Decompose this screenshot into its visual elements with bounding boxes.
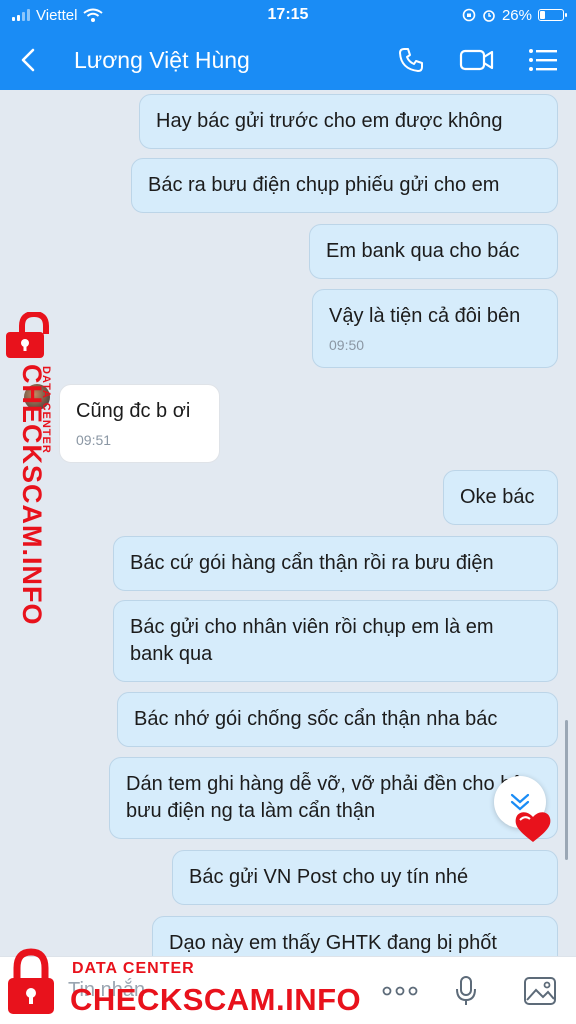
message-text: Bác gửi cho nhân viên rồi chụp em là em … bbox=[130, 616, 494, 665]
status-bar: Viettel 17:15 26% bbox=[0, 0, 576, 30]
back-icon bbox=[21, 48, 35, 72]
chat-header: Lương Việt Hùng bbox=[0, 30, 576, 90]
message-bubble[interactable]: Bác gửi cho nhân viên rồi chụp em là em … bbox=[113, 600, 558, 682]
video-call-button[interactable] bbox=[444, 30, 510, 90]
gallery-button[interactable] bbox=[518, 971, 562, 1011]
contact-name[interactable]: Lương Việt Hùng bbox=[74, 47, 378, 74]
more-dots-icon bbox=[382, 986, 418, 996]
menu-button[interactable] bbox=[510, 30, 576, 90]
menu-icon bbox=[529, 49, 557, 71]
message-bubble[interactable]: Oke bác bbox=[443, 470, 558, 525]
status-right: 26% bbox=[462, 6, 567, 24]
watermark-subtext: DATA CENTER bbox=[72, 960, 195, 977]
phone-icon bbox=[399, 48, 423, 72]
message-text: Dán tem ghi hàng dễ vỡ, vỡ phải đền cho … bbox=[126, 773, 534, 822]
microphone-icon bbox=[456, 976, 476, 1005]
watermark-subtext: DATA CENTER bbox=[40, 366, 52, 454]
message-bubble[interactable]: Dạo này em thấy GHTK đang bị phốt bbox=[152, 916, 558, 956]
message-bubble[interactable]: Bác gửi VN Post cho uy tín nhé bbox=[172, 850, 558, 905]
call-button[interactable] bbox=[378, 30, 444, 90]
message-time: 09:50 bbox=[329, 337, 365, 353]
message-bubble[interactable]: Em bank qua cho bác bbox=[309, 224, 558, 279]
watermark-side: CHECKSCAM.INFO DATA CENTER bbox=[2, 312, 64, 626]
message-bubble[interactable]: Hay bác gửi trước cho em được không bbox=[139, 94, 558, 149]
wifi-icon bbox=[83, 8, 104, 22]
message-time: 09:51 bbox=[76, 432, 112, 448]
message-text: Bác gửi VN Post cho uy tín nhé bbox=[189, 866, 469, 888]
reaction-heart-icon[interactable] bbox=[510, 806, 556, 846]
more-button[interactable] bbox=[378, 971, 422, 1011]
message-text: Bác nhớ gói chống sốc cẩn thận nha bác bbox=[134, 708, 498, 730]
message-text: Vậy là tiện cả đôi bên bbox=[329, 305, 521, 327]
message-bubble[interactable]: Vậy là tiện cả đôi bên 09:50 bbox=[312, 289, 558, 368]
message-text: Bác cứ gói hàng cẩn thận rồi ra bưu điện bbox=[130, 552, 494, 574]
message-text: Dạo này em thấy GHTK đang bị phốt bbox=[169, 932, 497, 954]
watermark-text: CHECKSCAM.INFO bbox=[70, 982, 362, 1017]
lock-icon bbox=[6, 312, 49, 358]
message-bubble[interactable]: Dán tem ghi hàng dễ vỡ, vỡ phải đền cho … bbox=[109, 757, 558, 839]
message-text: Oke bác bbox=[460, 486, 535, 508]
alarm-icon bbox=[483, 10, 495, 22]
message-bubble[interactable]: Bác ra bưu điện chụp phiếu gửi cho em bbox=[131, 158, 558, 213]
message-bubble-incoming[interactable]: Cũng đc b ơi 09:51 bbox=[59, 384, 220, 463]
lock-icon bbox=[8, 948, 54, 1014]
message-text: Em bank qua cho bác bbox=[326, 240, 520, 262]
message-text: Hay bác gửi trước cho em được không bbox=[156, 110, 503, 132]
rotation-lock-icon bbox=[462, 8, 476, 22]
message-bubble[interactable]: Bác cứ gói hàng cẩn thận rồi ra bưu điện bbox=[113, 536, 558, 591]
carrier-label: Viettel bbox=[36, 6, 78, 24]
battery-percent: 26% bbox=[501, 6, 532, 24]
message-text: Bác ra bưu điện chụp phiếu gửi cho em bbox=[148, 174, 500, 196]
battery-icon bbox=[538, 9, 567, 21]
image-icon bbox=[524, 977, 556, 1005]
status-left: Viettel bbox=[12, 6, 104, 24]
message-list[interactable]: Hay bác gửi trước cho em được không Bác … bbox=[0, 90, 576, 956]
message-bubble[interactable]: Bác nhớ gói chống sốc cẩn thận nha bác bbox=[117, 692, 558, 747]
scrollbar[interactable] bbox=[565, 720, 568, 860]
video-call-icon bbox=[459, 49, 494, 71]
signal-icon bbox=[12, 9, 30, 21]
back-button[interactable] bbox=[0, 30, 56, 90]
message-text: Cũng đc b ơi bbox=[76, 400, 191, 422]
voice-button[interactable] bbox=[444, 971, 488, 1011]
